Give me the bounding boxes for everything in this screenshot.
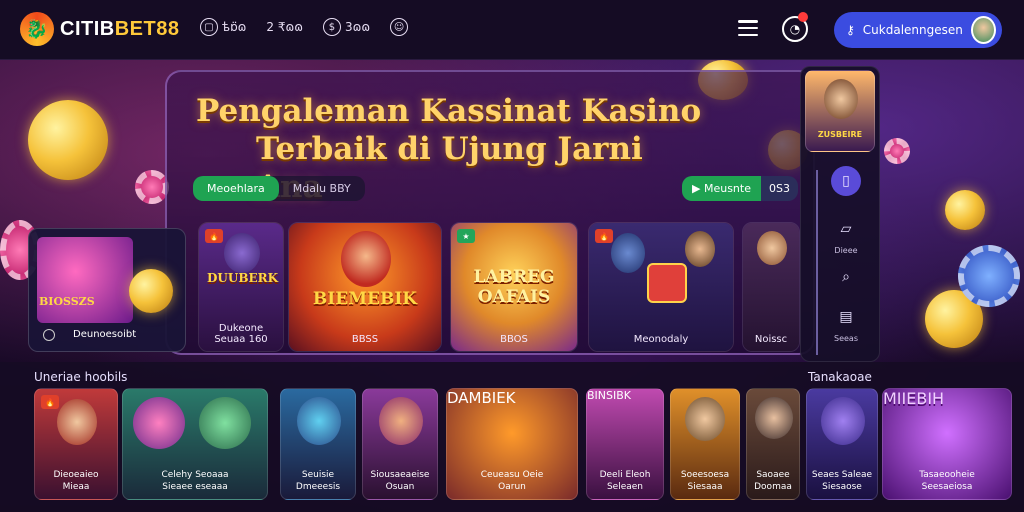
game-title-art: DUUBERK — [207, 271, 279, 285]
game-name: Meonodaly — [633, 334, 689, 345]
brand-name-part2: BET88 — [114, 17, 180, 40]
bottom-card-caption: Deeli Eleoh Seleaen — [599, 470, 651, 492]
heart-icon — [43, 329, 55, 341]
bottom-card-caption: Celehy Seoaaa Sieaee eseaaa — [161, 470, 229, 492]
tab-new[interactable]: Mdalu BBY — [279, 176, 365, 201]
game-card[interactable]: Noissc — [742, 222, 800, 352]
hero-title-line1: Pengaleman Kassinat Kasino — [196, 93, 702, 129]
category-tabs: Meoehlara Mdalu BBY — [193, 176, 365, 201]
bottom-game-card[interactable]: BINSIBK Deeli Eleoh Seleaen — [586, 388, 664, 500]
casino-chip-icon — [135, 170, 169, 204]
bottom-game-card[interactable]: Celehy Seoaaa Sieaee eseaaa — [122, 388, 268, 500]
side-item-clipboard[interactable]: ▯ — [828, 166, 864, 196]
game-card[interactable]: BIEMEBIK BBSS — [288, 222, 442, 352]
topnav-dollar[interactable]: $ 3ɷɷ — [322, 18, 371, 36]
bottom-game-card[interactable]: Saoaee Doomaa — [746, 388, 800, 500]
topnav-phone[interactable]: ▢ ѣɒ̈ɷ — [200, 18, 246, 36]
game-card[interactable]: 🔥 DUUBERK Dukeone Seuaa 160 — [198, 222, 284, 352]
key-icon: ⚷ — [846, 23, 855, 37]
action-green-label: ▶ Meusnte — [682, 176, 761, 201]
side-item-box[interactable]: ▱ Dieee — [828, 214, 864, 255]
bottom-card-caption: Dieoeaieo Mieaa — [53, 470, 99, 492]
game-name: BBSS — [351, 334, 379, 345]
side-featured-thumb[interactable]: ZUSBEIRE — [805, 70, 875, 152]
bottom-card-caption: Ceueasu Oeie Oarun — [480, 470, 544, 492]
bottom-card-caption: Seaes Saleae Siesaose — [811, 470, 873, 492]
bottom-game-card[interactable]: DAMBIEK Ceueasu Oeie Oarun — [446, 388, 578, 500]
notification-dot — [798, 12, 808, 22]
section-title-right: Tanakaoae — [808, 370, 872, 384]
menu-icon[interactable] — [738, 20, 758, 36]
top-nav: ▢ ѣɒ̈ɷ 2 ₹ɷɷ $ 3ɷɷ ☺ — [200, 18, 409, 36]
hot-badge: 🔥 — [595, 229, 613, 243]
side-item-book-label: Seeas — [834, 334, 858, 343]
casino-chip-icon — [958, 245, 1020, 307]
bottom-game-card[interactable]: Seaes Saleae Siesaose — [806, 388, 878, 500]
casino-chip-icon — [884, 138, 910, 164]
game-title-art: MIIEBIH — [883, 389, 945, 408]
side-item-box-label: Dieee — [834, 246, 858, 255]
side-item-search[interactable]: ⌕ — [828, 262, 864, 292]
hot-badge: 🔥 — [205, 229, 223, 243]
side-divider — [816, 170, 818, 355]
topnav-gift[interactable]: 2 ₹ɷɷ — [266, 20, 303, 34]
action-dark-label: 0S3 — [760, 176, 798, 201]
topnav-phone-label: ѣɒ̈ɷ — [222, 20, 247, 34]
box-icon: ▱ — [840, 221, 852, 237]
topnav-user[interactable]: ☺ — [390, 18, 409, 36]
left-promo-card[interactable]: BIOSSZS Deunoesoibt — [28, 228, 186, 352]
dollar-icon: $ — [322, 18, 341, 36]
bottom-card-caption: Siousaeaeise Osuan — [370, 470, 430, 492]
bottom-card-caption: Saoaee Doomaa — [754, 470, 792, 492]
section-title-left: Uneriae hoobils — [34, 370, 128, 384]
game-card[interactable]: ★ LABREG OAFAIS BBOS — [450, 222, 578, 352]
top-bar: 🐉 CITIBBET88 ▢ ѣɒ̈ɷ 2 ₹ɷɷ $ 3ɷɷ ☺ ◔ ⚷ Cu… — [0, 0, 1024, 60]
bottom-card-caption: Seuisie Dmeeesis — [295, 470, 341, 492]
brand-name-part1: CITIB — [60, 17, 115, 40]
clipboard-icon: ▯ — [831, 166, 861, 196]
gold-coin-icon — [28, 100, 108, 180]
game-card[interactable]: 🔥 Meonodaly — [588, 222, 734, 352]
bottom-card-caption: Soeesoesa Siesaaa — [680, 470, 730, 492]
game-name: Dukeone Seuaa 160 — [214, 323, 268, 345]
side-thumb-label: ZUSBEIRE — [817, 130, 863, 139]
topnav-dollar-label: 3ɷɷ — [344, 20, 371, 34]
game-title-art: DAMBIEK — [447, 389, 516, 407]
dragon-logo-icon: 🐉 — [20, 12, 54, 46]
bottom-game-card[interactable]: Seuisie Dmeeesis — [280, 388, 356, 500]
game-name: Noissc — [754, 334, 788, 345]
game-title-art: LABREG OAFAIS — [473, 267, 555, 307]
gold-coin-icon — [945, 190, 985, 230]
game-title-art: BIEMEBIK — [312, 289, 418, 309]
brand-logo[interactable]: 🐉 CITIBBET88 — [20, 12, 179, 46]
phone-icon: ▢ — [200, 18, 218, 36]
login-button[interactable]: ⚷ Cukdalenngesen — [834, 12, 1002, 48]
promo-title-art: BIOSSZS — [39, 295, 95, 308]
topnav-gift-label: 2 ₹ɷɷ — [266, 20, 303, 34]
game-title-art: BINSIBK — [587, 389, 632, 402]
book-icon: ▤ — [839, 309, 853, 325]
action-pill[interactable]: ▶ Meusnte 0S3 — [682, 176, 798, 201]
bottom-game-card[interactable]: 🔥 Dieoeaieo Mieaa — [34, 388, 118, 500]
bottom-game-card[interactable]: Soeesoesa Siesaaa — [670, 388, 740, 500]
login-label: Cukdalenngesen — [862, 23, 963, 37]
bottom-game-card[interactable]: MIIEBIH Tasaeooheie Seesaeiosa — [882, 388, 1012, 500]
promo-label: Deunoesoibt — [73, 329, 137, 340]
user-icon: ☺ — [390, 18, 409, 36]
search-icon: ⌕ — [842, 269, 850, 285]
game-name: BBOS — [500, 334, 528, 345]
bottom-card-caption: Tasaeooheie Seesaeiosa — [919, 470, 975, 492]
bottom-game-card[interactable]: Siousaeaeise Osuan — [362, 388, 438, 500]
avatar — [970, 16, 996, 44]
tab-popular[interactable]: Meoehlara — [193, 176, 279, 201]
new-badge: ★ — [457, 229, 475, 243]
side-item-book[interactable]: ▤ Seeas — [828, 302, 864, 343]
